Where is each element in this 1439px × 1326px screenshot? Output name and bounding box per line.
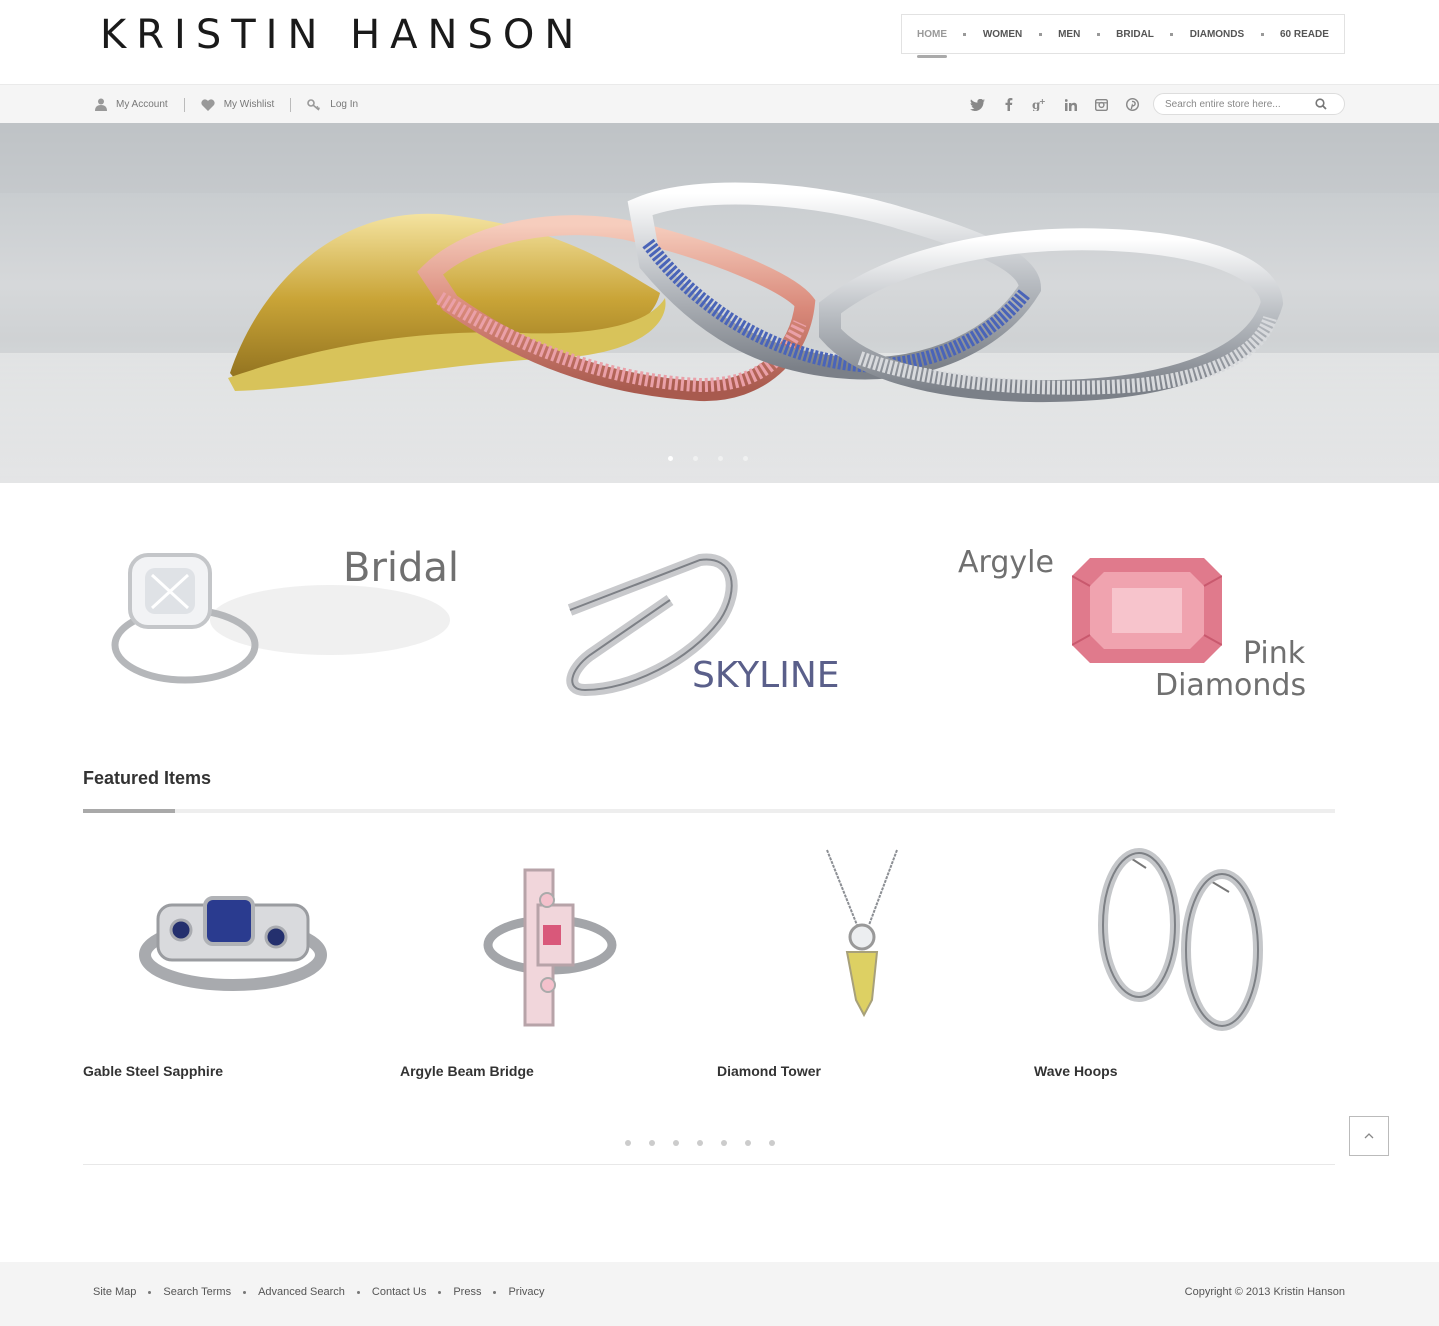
featured-page-dot[interactable] <box>721 1140 727 1146</box>
featured-divider <box>83 809 1335 813</box>
instagram-icon[interactable] <box>1086 95 1117 115</box>
heart-icon <box>201 98 215 111</box>
featured-page-dot[interactable] <box>673 1140 679 1146</box>
product-image-wave-hoops[interactable] <box>1034 840 1334 1040</box>
nav-item-bridal[interactable]: BRIDAL <box>1116 29 1154 40</box>
hero-slider[interactable] <box>0 123 1439 483</box>
promo-argyle[interactable]: Argyle Pink Diamonds <box>958 530 1318 710</box>
chevron-up-icon <box>1364 1133 1374 1139</box>
nav-item-men[interactable]: MEN <box>1058 29 1080 40</box>
nav-separator <box>1038 32 1042 36</box>
featured-title: Featured Items <box>83 768 212 788</box>
footer-link-site-map[interactable]: Site Map <box>93 1286 136 1298</box>
featured-page-dot[interactable] <box>649 1140 655 1146</box>
product-name[interactable]: Gable Steel Sapphire <box>83 1063 223 1079</box>
product-name[interactable]: Argyle Beam Bridge <box>400 1063 534 1079</box>
footer-link-privacy[interactable]: Privacy <box>508 1286 544 1298</box>
footer-link-press[interactable]: Press <box>453 1286 481 1298</box>
promo-skyline[interactable]: SKYLINE <box>560 530 860 710</box>
logo[interactable]: KRISTIN HANSON <box>100 12 584 58</box>
hero-dot[interactable] <box>743 456 748 461</box>
pinterest-icon[interactable] <box>1117 95 1148 115</box>
footer-link-contact-us[interactable]: Contact Us <box>372 1286 426 1298</box>
section-divider <box>83 1164 1335 1165</box>
twitter-icon[interactable] <box>962 95 993 115</box>
product-image-argyle-beam-bridge[interactable] <box>400 840 700 1040</box>
promo-bridal-label: Bridal <box>343 545 460 591</box>
log-in-link[interactable]: Log In <box>307 98 359 111</box>
social-links: g + <box>962 85 1148 124</box>
footer-separator <box>243 1290 247 1294</box>
log-in-label: Log In <box>330 99 359 110</box>
nav-item-home[interactable]: HOME <box>917 29 947 58</box>
my-wishlist-label: My Wishlist <box>223 99 275 110</box>
featured-page-dot[interactable] <box>745 1140 751 1146</box>
pink-diamond-image <box>1072 558 1222 663</box>
linkedin-icon[interactable] <box>1055 95 1086 115</box>
product-card[interactable]: Gable Steel Sapphire <box>83 840 383 1090</box>
user-icon <box>95 98 107 111</box>
hero-dot[interactable] <box>693 456 698 461</box>
main-nav: HOME WOMEN MEN BRIDAL DIAMONDS 60 READE <box>901 14 1345 58</box>
product-card[interactable]: Argyle Beam Bridge <box>400 840 700 1090</box>
copyright: Copyright © 2013 Kristin Hanson <box>1184 1286 1345 1298</box>
svg-text:+: + <box>1039 98 1046 106</box>
nav-separator <box>1096 32 1100 36</box>
nav-item-60-reade[interactable]: 60 READE <box>1280 29 1329 40</box>
featured-divider-accent <box>83 809 175 813</box>
back-to-top-button[interactable] <box>1349 1116 1389 1156</box>
footer-links: Site Map Search Terms Advanced Search Co… <box>93 1286 545 1298</box>
hero-pagination <box>668 456 748 461</box>
featured-page-dot[interactable] <box>769 1140 775 1146</box>
product-image-gable-steel-sapphire[interactable] <box>83 840 383 1040</box>
search-box <box>1153 93 1345 115</box>
nav-separator <box>963 32 967 36</box>
footer: Site Map Search Terms Advanced Search Co… <box>0 1262 1439 1326</box>
search-icon[interactable] <box>1315 98 1327 110</box>
my-wishlist-link[interactable]: My Wishlist <box>201 98 275 111</box>
promo-argyle-label: Argyle <box>958 545 1054 580</box>
product-name[interactable]: Diamond Tower <box>717 1063 821 1079</box>
account-links: My Account My Wishlist Log In <box>95 85 358 124</box>
top-bar: My Account My Wishlist Log In g + <box>0 84 1439 123</box>
my-account-link[interactable]: My Account <box>95 98 168 111</box>
promo-diamonds-label: Diamonds <box>1155 668 1307 703</box>
promo-skyline-label: SKYLINE <box>692 655 840 696</box>
footer-separator <box>356 1290 360 1294</box>
footer-separator <box>438 1290 442 1294</box>
product-card[interactable]: Wave Hoops <box>1034 840 1334 1090</box>
nav-item-diamonds[interactable]: DIAMONDS <box>1190 29 1244 40</box>
footer-link-search-terms[interactable]: Search Terms <box>163 1286 231 1298</box>
nav-item-women[interactable]: WOMEN <box>983 29 1022 40</box>
my-account-label: My Account <box>116 99 168 110</box>
product-name[interactable]: Wave Hoops <box>1034 1063 1118 1079</box>
google-plus-icon[interactable]: g + <box>1024 95 1055 115</box>
promo-bridal[interactable]: Bridal <box>100 530 480 710</box>
nav-separator <box>1170 32 1174 36</box>
nav-separator <box>1260 32 1264 36</box>
divider <box>183 97 185 112</box>
footer-separator <box>148 1290 152 1294</box>
featured-page-dot[interactable] <box>625 1140 631 1146</box>
hero-dot[interactable] <box>718 456 723 461</box>
facebook-icon[interactable] <box>993 95 1024 115</box>
key-icon <box>307 98 321 111</box>
featured-page-dot[interactable] <box>697 1140 703 1146</box>
hero-dot[interactable] <box>668 456 673 461</box>
product-card[interactable]: Diamond Tower <box>717 840 1017 1090</box>
divider <box>290 97 292 112</box>
hero-rings-image <box>0 123 1439 483</box>
promo-pink-label: Pink <box>1243 636 1306 671</box>
footer-link-advanced-search[interactable]: Advanced Search <box>258 1286 345 1298</box>
product-image-diamond-tower[interactable] <box>717 840 1017 1040</box>
search-input[interactable] <box>1165 98 1315 110</box>
footer-separator <box>493 1290 497 1294</box>
featured-pagination <box>625 1140 775 1146</box>
